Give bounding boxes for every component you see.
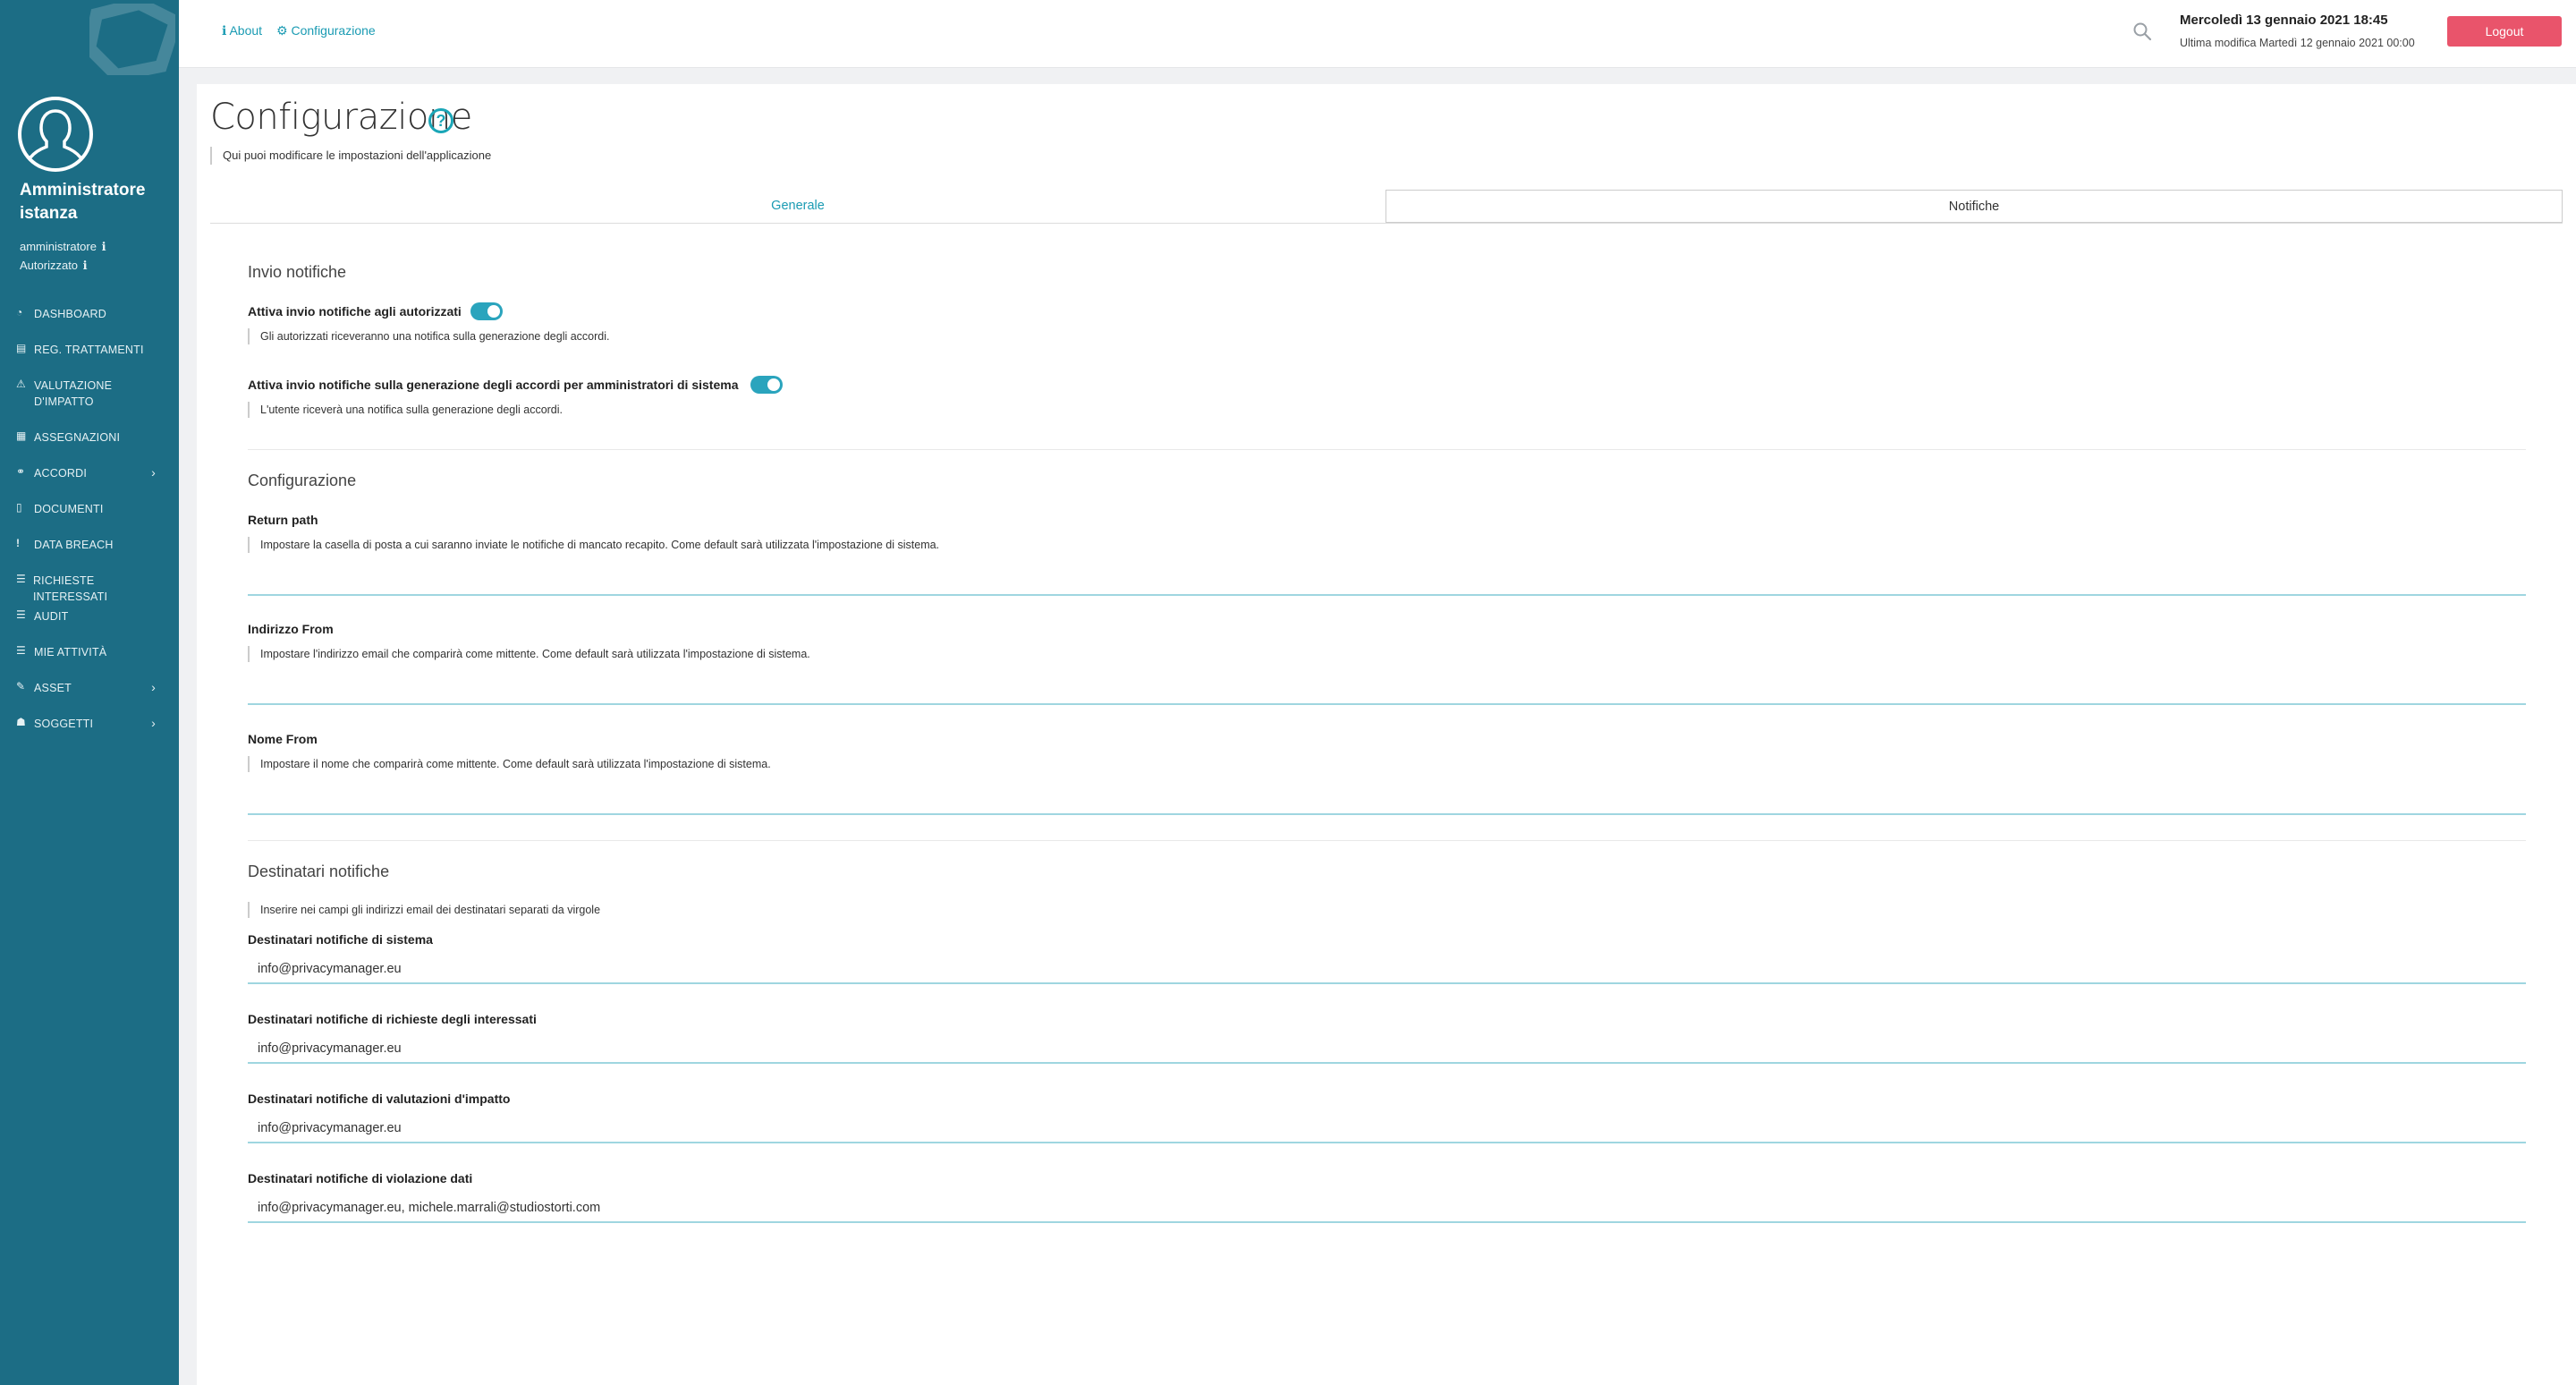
user-role-label: amministratore	[20, 240, 97, 253]
divider	[248, 449, 2526, 450]
sidebar-item-soggetti[interactable]: ☗ SOGGETTI ›	[0, 714, 179, 750]
toggle1-hint: Gli autorizzati riceveranno una notifica…	[248, 328, 610, 344]
book-icon: ▤	[16, 342, 27, 354]
sidebar-item-dashboard[interactable]: ◔ DASHBOARD	[0, 304, 179, 340]
exclamation-icon: !	[16, 537, 21, 549]
destinatari-richieste-label: Destinatari notifiche di richieste degli…	[248, 1012, 537, 1026]
sidebar-item-label: DASHBOARD	[34, 308, 106, 320]
destinatari-valutazioni-input[interactable]: info@privacymanager.eu	[248, 1115, 2526, 1143]
chevron-right-icon: ›	[151, 465, 156, 480]
current-datetime: Mercoledì 13 gennaio 2021 18:45	[2180, 13, 2388, 28]
return-path-input[interactable]	[248, 567, 2526, 596]
sidebar-item-mie-attivita[interactable]: ☰ MIE ATTIVITÀ	[0, 642, 179, 678]
toggle2-label: Attiva invio notifiche sulla generazione…	[248, 378, 739, 392]
nome-from-label: Nome From	[248, 732, 318, 746]
nome-from-input[interactable]	[248, 786, 2526, 815]
list-icon: ☰	[16, 644, 26, 657]
about-label: About	[229, 23, 263, 38]
sidebar-item-accordi[interactable]: ⚭ ACCORDI ›	[0, 463, 179, 499]
page-subtitle: Qui puoi modificare le impostazioni dell…	[210, 147, 491, 165]
section-title-destinatari: Destinatari notifiche	[248, 862, 390, 880]
destinatari-violazione-label: Destinatari notifiche di violazione dati	[248, 1171, 473, 1185]
list-icon: ☰	[16, 573, 26, 585]
about-link[interactable]: ℹ About	[222, 23, 262, 38]
help-icon[interactable]: ?	[428, 108, 453, 133]
sidebar-item-label: MIE ATTIVITÀ	[34, 646, 107, 659]
destinatari-violazione-input[interactable]: info@privacymanager.eu, michele.marrali@…	[248, 1194, 2526, 1223]
section-title-configurazione: Configurazione	[248, 472, 357, 489]
toggle-notifiche-amministratori[interactable]	[750, 376, 783, 394]
search-icon[interactable]	[2132, 21, 2152, 41]
info-icon[interactable]: ℹ	[102, 240, 106, 253]
sidebar-item-valutazione-impatto[interactable]: ⚠ VALUTAZIONE D'IMPATTO	[0, 376, 179, 428]
tab-notifiche[interactable]: Notifiche	[1385, 190, 2563, 223]
dashboard-icon: ◔	[16, 306, 23, 319]
last-modified: Ultima modifica Martedì 12 gennaio 2021 …	[2180, 37, 2415, 49]
avatar	[18, 97, 93, 172]
configurazione-label: Configurazione	[291, 23, 376, 38]
destinatari-richieste-input[interactable]: info@privacymanager.eu	[248, 1035, 2526, 1064]
sidebar-item-reg-trattamenti[interactable]: ▤ REG. TRATTAMENTI	[0, 340, 179, 376]
toggle1-label: Attiva invio notifiche agli autorizzati	[248, 304, 462, 319]
user-silhouette-icon	[29, 109, 82, 159]
nome-from-hint: Impostare il nome che comparirà come mit…	[248, 756, 771, 772]
sidebar-item-label: AUDIT	[34, 610, 69, 623]
sidebar-item-asset[interactable]: ✎ ASSET ›	[0, 678, 179, 714]
handshake-icon: ⚭	[16, 465, 26, 478]
destinatari-valutazioni-label: Destinatari notifiche di valutazioni d'i…	[248, 1092, 511, 1106]
destinatari-sistema-label: Destinatari notifiche di sistema	[248, 932, 433, 947]
gear-icon: ⚙	[276, 23, 288, 38]
divider	[248, 840, 2526, 841]
main-content: Configurazione ? Qui puoi modificare le …	[197, 84, 2576, 1385]
section-title-invio-notifiche: Invio notifiche	[248, 263, 347, 281]
top-bar: ℹ About ⚙ Configurazione Mercoledì 13 ge…	[179, 0, 2576, 68]
warning-icon: ⚠	[16, 378, 26, 390]
list-check-icon: ☰	[16, 608, 26, 621]
sidebar-item-assegnazioni[interactable]: ▦ ASSEGNAZIONI	[0, 428, 179, 463]
sidebar-item-label: DOCUMENTI	[34, 503, 104, 515]
sidebar-nav: ◔ DASHBOARD ▤ REG. TRATTAMENTI ⚠ VALUTAZ…	[0, 304, 179, 750]
sidebar-item-label: ASSEGNAZIONI	[34, 431, 121, 444]
clipboard-icon: ▦	[16, 429, 27, 442]
destinatari-hint: Inserire nei campi gli indirizzi email d…	[248, 902, 600, 918]
return-path-hint: Impostare la casella di posta a cui sara…	[248, 537, 939, 553]
sidebar-item-richieste-interessati[interactable]: ☰ RICHIESTE INTERESSATI	[0, 571, 179, 607]
sidebar-item-documenti[interactable]: ▯ DOCUMENTI	[0, 499, 179, 535]
destinatari-sistema-input[interactable]: info@privacymanager.eu	[248, 956, 2526, 984]
tabs: Generale Notifiche	[210, 190, 2563, 224]
sidebar-item-label: ASSET	[34, 682, 72, 694]
logout-button[interactable]: Logout	[2447, 16, 2562, 47]
sidebar-item-label: SOGGETTI	[34, 718, 94, 730]
sidebar-item-label: REG. TRATTAMENTI	[34, 344, 144, 356]
indirizzo-from-input[interactable]	[248, 676, 2526, 705]
file-icon: ▯	[16, 501, 22, 514]
sidebar-item-label: VALUTAZIONE D'IMPATTO	[34, 379, 113, 408]
user-display-name: Amministratore istanza	[20, 181, 146, 223]
chevron-right-icon: ›	[151, 680, 156, 694]
toggle2-hint: L'utente riceverà una notifica sulla gen…	[248, 402, 563, 418]
sidebar-item-audit[interactable]: ☰ AUDIT	[0, 607, 179, 642]
indirizzo-from-hint: Impostare l'indirizzo email che comparir…	[248, 646, 810, 662]
indirizzo-from-label: Indirizzo From	[248, 622, 334, 636]
user-status-label: Autorizzato	[20, 259, 79, 272]
user-role: amministratore ℹ	[20, 240, 106, 254]
edit-icon: ✎	[16, 680, 26, 692]
info-icon: ℹ	[222, 23, 227, 38]
sidebar-item-label: ACCORDI	[34, 467, 88, 480]
user-status: Autorizzato ℹ	[20, 259, 88, 273]
tab-generale[interactable]: Generale	[210, 190, 1385, 223]
sidebar-item-label: DATA BREACH	[34, 539, 114, 551]
info-icon[interactable]: ℹ	[83, 259, 88, 272]
chevron-right-icon: ›	[151, 716, 156, 730]
sidebar-item-data-breach[interactable]: ! DATA BREACH	[0, 535, 179, 571]
toggle-notifiche-autorizzati[interactable]	[470, 302, 503, 320]
sidebar-item-label: RICHIESTE INTERESSATI	[32, 574, 108, 603]
brand-logo-icon	[89, 4, 175, 75]
sidebar: Amministratore istanza amministratore ℹ …	[0, 0, 179, 1385]
users-icon: ☗	[16, 716, 26, 728]
return-path-label: Return path	[248, 513, 318, 527]
configurazione-link[interactable]: ⚙ Configurazione	[276, 23, 376, 38]
top-nav: ℹ About ⚙ Configurazione	[222, 23, 376, 38]
